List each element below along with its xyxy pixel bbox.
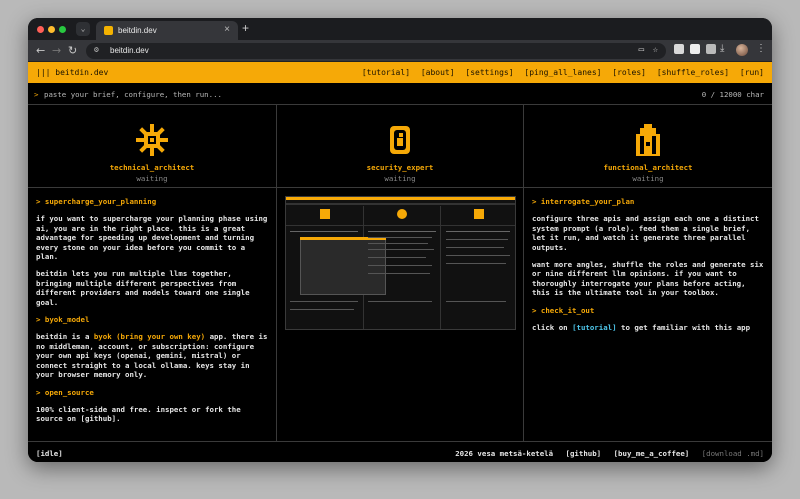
- intro-text-left: > supercharge_your_planning if you want …: [28, 188, 276, 441]
- section-heading: > interrogate_your_plan: [532, 197, 635, 206]
- browser-window: ⌄ beitdin.dev × + ← → ↻ ⚙ beitdin.dev ▭ …: [28, 18, 772, 462]
- tab-title: beitdin.dev: [118, 26, 157, 35]
- reload-icon[interactable]: ↻: [68, 44, 77, 57]
- section-heading: > supercharge_your_planning: [36, 197, 157, 206]
- section-heading: > byok_model: [36, 315, 90, 325]
- nav-shuffle-roles[interactable]: [shuffle_roles]: [657, 68, 729, 77]
- gear-icon: [136, 124, 168, 156]
- paragraph: click on [tutorial] to get familiar with…: [532, 323, 764, 332]
- nav-roles[interactable]: [roles]: [612, 68, 646, 77]
- app-brand[interactable]: ||| beitdin.dev: [36, 68, 108, 77]
- favicon-icon: [104, 26, 113, 35]
- text: click on: [532, 323, 568, 333]
- download-md-button[interactable]: [download .md]: [702, 449, 764, 458]
- paragraph: configure three apis and assign each one…: [532, 214, 759, 252]
- prompt-arrow: >: [34, 90, 39, 99]
- text: beitdin is a: [36, 332, 90, 342]
- brief-input[interactable]: [44, 87, 644, 101]
- role-status: waiting: [384, 174, 416, 183]
- nav-tutorial[interactable]: [tutorial]: [362, 68, 410, 77]
- role-card-functional[interactable]: functional_architect waiting: [524, 105, 772, 188]
- paragraph: beitdin is a byok (bring your own key) a…: [36, 332, 268, 379]
- menu-icon: |||: [36, 68, 51, 77]
- profile-avatar[interactable]: [736, 44, 748, 56]
- lane-security: security_expert waiting: [277, 105, 524, 441]
- browser-menu-icon[interactable]: ⋮: [756, 43, 766, 54]
- app-root: ||| beitdin.dev [tutorial] [about] [sett…: [28, 62, 772, 462]
- nav-ping-all-lanes[interactable]: [ping_all_lanes]: [524, 68, 601, 77]
- role-name: security_expert: [366, 163, 434, 172]
- url-text: beitdin.dev: [110, 46, 149, 55]
- extensions-puzzle-icon[interactable]: [706, 44, 716, 54]
- role-status: waiting: [632, 174, 664, 183]
- lanes: technical_architect waiting > supercharg…: [28, 105, 772, 441]
- site-info-icon[interactable]: ⚙: [94, 45, 99, 54]
- paragraph: beitdin lets you run multiple llms toget…: [36, 269, 250, 307]
- header-nav: [tutorial] [about] [settings] [ping_all_…: [356, 68, 764, 77]
- download-icon[interactable]: ⤓: [720, 43, 724, 54]
- section-heading: > check_it_out: [532, 305, 595, 315]
- minimize-window-button[interactable]: [48, 26, 55, 33]
- brief-bar: > 0 / 12000 char: [28, 83, 772, 105]
- lane-functional: functional_architect waiting > interroga…: [524, 105, 772, 441]
- paragraph: 100% client-side and free. inspect or fo…: [36, 404, 241, 424]
- forward-icon[interactable]: →: [52, 44, 61, 57]
- paragraph: want more angles, shuffle the roles and …: [532, 260, 764, 298]
- tab-strip: ⌄ beitdin.dev × +: [28, 18, 772, 40]
- notion-extension-icon[interactable]: [690, 44, 700, 54]
- close-tab-icon[interactable]: ×: [224, 24, 230, 35]
- extension-icon[interactable]: [674, 44, 684, 54]
- credit-text: 2026 vesa metsä-ketelä: [455, 449, 554, 458]
- maximize-window-button[interactable]: [59, 26, 66, 33]
- paragraph: if you want to supercharge your planning…: [36, 214, 268, 262]
- status-indicator: [idle]: [36, 449, 63, 458]
- role-name: functional_architect: [603, 163, 693, 172]
- coffee-link[interactable]: [buy_me_a_coffee]: [614, 449, 690, 458]
- role-name: technical_architect: [109, 163, 195, 172]
- browser-toolbar: ← → ↻ ⚙ beitdin.dev ▭ ☆ ⤓ ⋮: [28, 40, 772, 62]
- tab-search-button[interactable]: ⌄: [76, 22, 90, 36]
- tower-icon: [636, 124, 660, 156]
- github-link[interactable]: [github]: [566, 449, 602, 458]
- brand-label: beitdin.dev: [55, 68, 109, 77]
- app-header: ||| beitdin.dev [tutorial] [about] [sett…: [28, 62, 772, 83]
- tab-active[interactable]: beitdin.dev ×: [96, 21, 238, 40]
- nav-about[interactable]: [about]: [421, 68, 455, 77]
- app-footer: [idle] 2026 vesa metsä-ketelä [github] […: [28, 441, 772, 462]
- text: to get familiar with this app: [621, 323, 751, 333]
- back-icon[interactable]: ←: [36, 44, 45, 57]
- byok-highlight: byok (bring your own key): [93, 332, 206, 342]
- role-card-security[interactable]: security_expert waiting: [277, 105, 523, 188]
- nav-run[interactable]: [run]: [740, 68, 764, 77]
- address-bar[interactable]: ⚙ beitdin.dev ▭ ☆: [86, 43, 666, 59]
- bookmark-star-icon[interactable]: ☆: [653, 45, 658, 55]
- char-counter: 0 / 12000 char: [701, 90, 764, 99]
- role-card-technical[interactable]: technical_architect waiting: [28, 105, 276, 188]
- new-tab-button[interactable]: +: [242, 21, 249, 35]
- intro-text-right: > interrogate_your_plan configure three …: [524, 188, 772, 349]
- cast-icon[interactable]: ▭: [639, 45, 644, 55]
- close-window-button[interactable]: [37, 26, 44, 33]
- lane-technical: technical_architect waiting > supercharg…: [28, 105, 277, 441]
- tutorial-link[interactable]: [tutorial]: [572, 323, 617, 332]
- footer-links: 2026 vesa metsä-ketelä [github] [buy_me_…: [447, 449, 764, 458]
- role-status: waiting: [136, 174, 168, 183]
- section-heading: > open_source: [36, 387, 94, 397]
- nav-settings[interactable]: [settings]: [465, 68, 513, 77]
- preview-screenshot: [285, 196, 516, 330]
- lock-icon: [390, 126, 410, 154]
